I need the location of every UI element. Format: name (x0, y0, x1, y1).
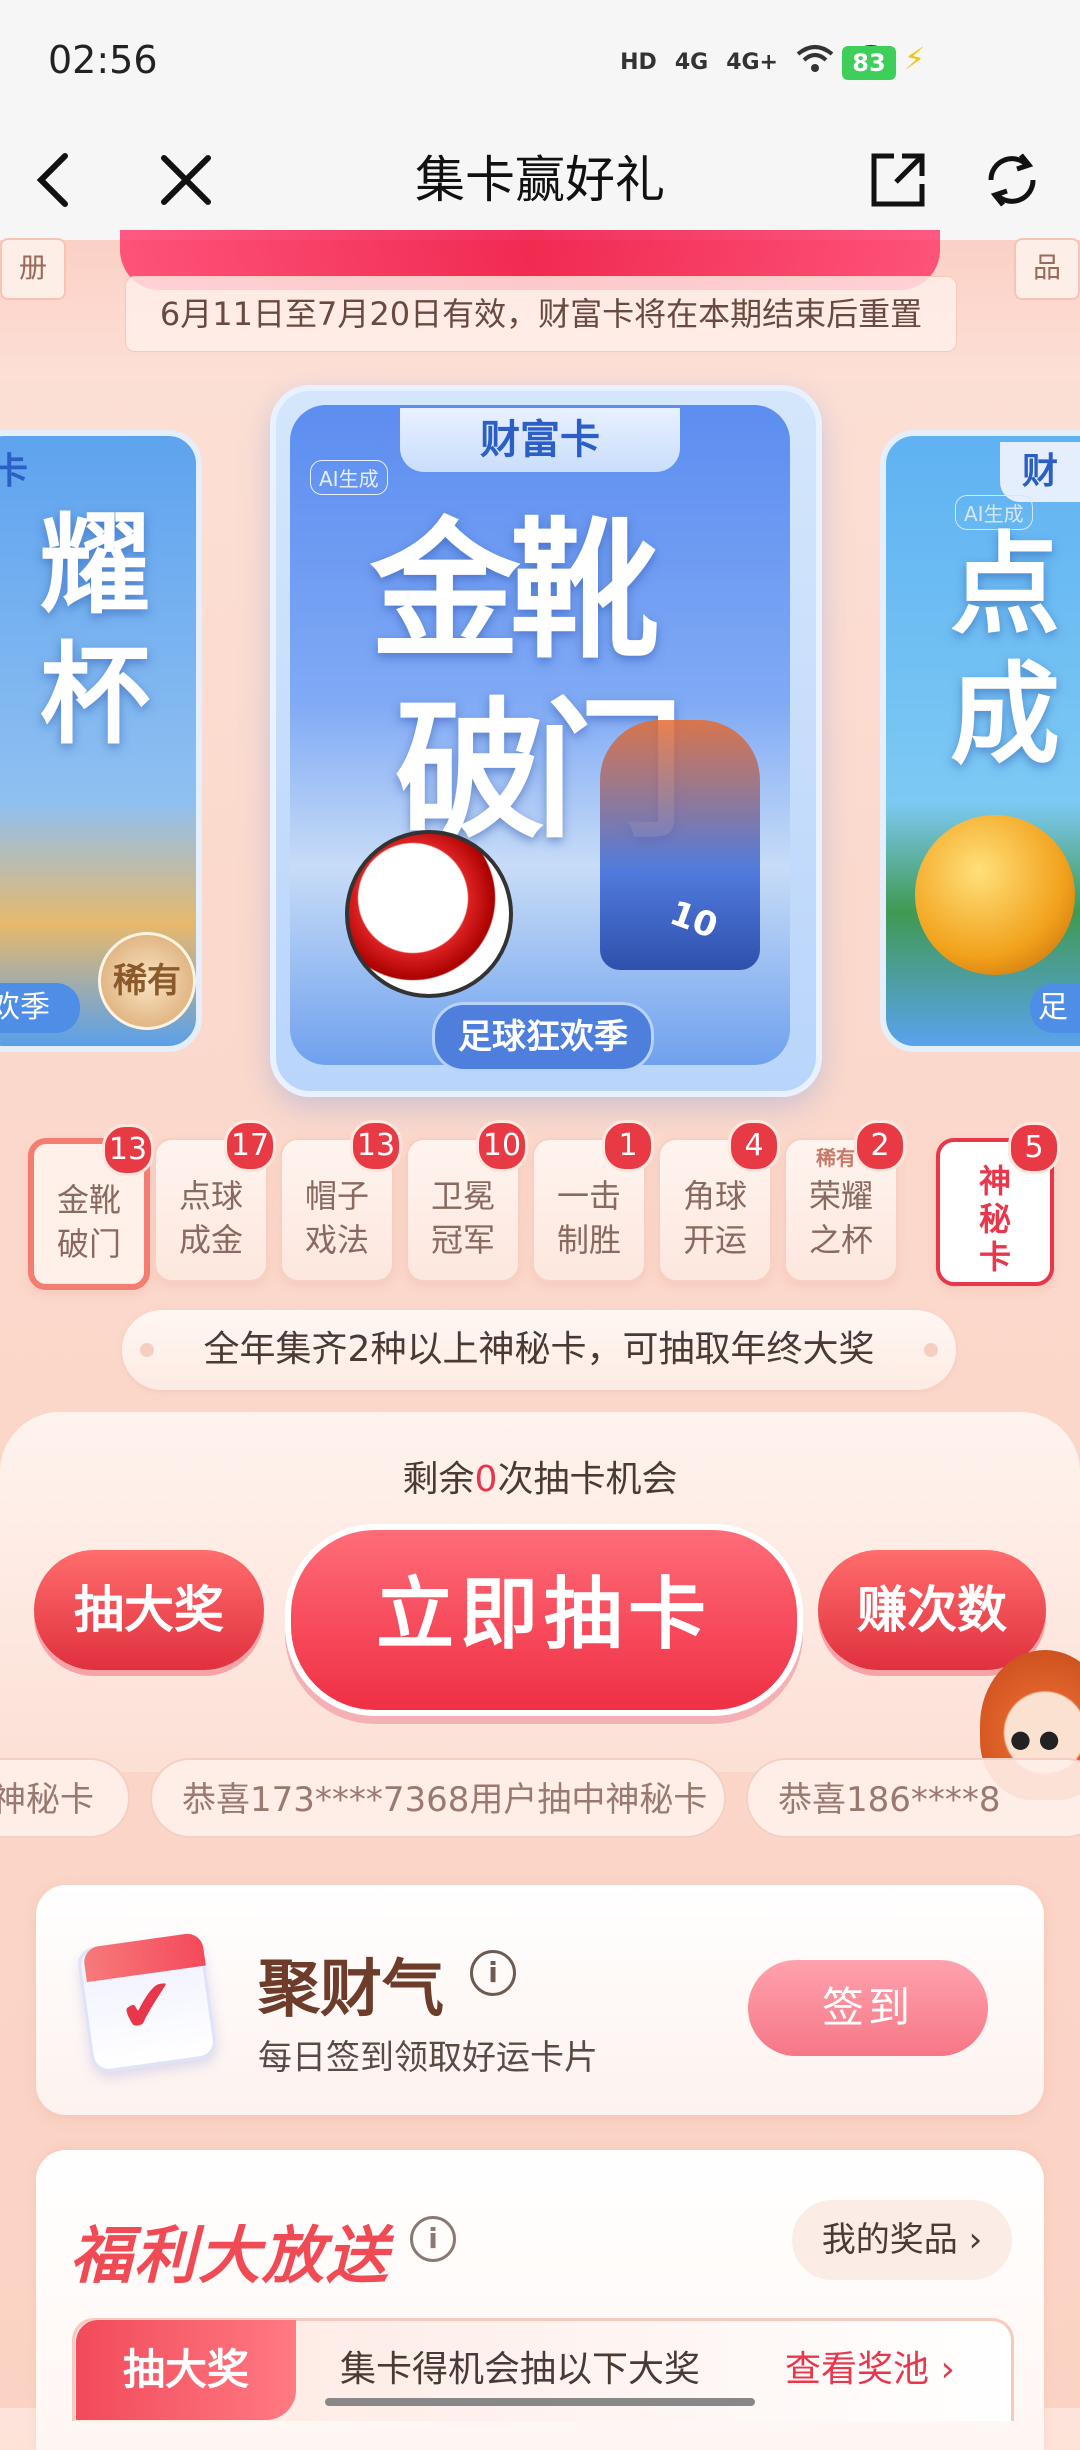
validity-notice: 6月11日至7月20日有效，财富卡将在本期结束后重置 (125, 276, 957, 352)
info-icon[interactable]: i (470, 1950, 516, 1996)
chip-label: 点球 成金 (178, 1177, 243, 1259)
card-left-footer: 欢季 (0, 983, 80, 1033)
rare-badge: 稀有 (98, 932, 196, 1030)
chip-glory-cup[interactable]: 稀有 荣耀 之杯 2 (784, 1120, 906, 1282)
charging-icon: ⚡ (904, 42, 926, 77)
prize-tag: 抽大奖 (76, 2320, 296, 2420)
ticker-item: 恭喜173****7368用户抽中神秘卡 (150, 1758, 726, 1838)
check-icon: ✔ (112, 1961, 183, 2051)
chip-count-badge: 13 (350, 1120, 402, 1172)
prize-description: 集卡得机会抽以下大奖 (340, 2349, 701, 2390)
chip-count-badge: 5 (1008, 1122, 1060, 1174)
share-icon (871, 153, 925, 207)
remaining-draws: 剩余0次抽卡机会 (0, 1450, 1080, 1502)
football-image (915, 815, 1075, 975)
draw-big-prize-button[interactable]: 抽大奖 (34, 1550, 264, 1670)
checkin-button[interactable]: 签到 (748, 1960, 988, 2056)
status-time: 02:56 (48, 38, 158, 82)
view-prize-pool-link[interactable]: 查看奖池 › (785, 2340, 955, 2392)
signal-4g-icon: 4G (674, 50, 709, 75)
earn-times-button[interactable]: 赚次数 (818, 1550, 1046, 1670)
chip-label: 帽子 戏法 (304, 1177, 369, 1259)
chip-label: 一击 制胜 (556, 1177, 621, 1259)
football-image (345, 830, 513, 998)
card-right-type: 财 (1000, 442, 1080, 502)
refresh-icon (988, 153, 1036, 207)
remaining-suffix: 次抽卡机会 (497, 1459, 678, 1500)
chip-label: 卫冕 冠军 (430, 1177, 495, 1259)
chip-label: 角球 开运 (682, 1177, 747, 1259)
card-center-footer: 足球狂欢季 (432, 1002, 654, 1072)
card-right-footer: 足 (1030, 983, 1080, 1033)
left-side-tag[interactable]: 册 (0, 238, 66, 300)
chip-count-badge: 13 (102, 1124, 154, 1176)
info-icon[interactable]: i (410, 2216, 456, 2262)
chip-penalty[interactable]: 点球 成金 17 (154, 1120, 276, 1282)
chip-rare-label: 稀有 (816, 1146, 856, 1170)
checkin-title: 聚财气 (258, 1952, 445, 2025)
signal-4g-plus-icon: 4G+ (726, 50, 778, 75)
chip-label: 荣耀 之杯 (808, 1177, 873, 1259)
chip-count-badge: 4 (728, 1120, 780, 1172)
year-end-notice: 全年集齐2种以上神秘卡，可抽取年终大奖 (122, 1310, 956, 1390)
chip-golden-boot[interactable]: 金靴 破门 13 (28, 1124, 154, 1290)
checkin-subtitle: 每日签到领取好运卡片 (258, 2038, 598, 2078)
refresh-button[interactable] (972, 140, 1052, 220)
card-left-type: 卡 (0, 451, 29, 492)
draw-now-button[interactable]: 立即抽卡 (285, 1524, 803, 1716)
right-side-tag[interactable]: 品 (1014, 238, 1080, 300)
chip-label: 神 秘 卡 (978, 1162, 1011, 1276)
my-prizes-button[interactable]: 我的奖品 › (792, 2200, 1012, 2280)
chip-one-strike[interactable]: 一击 制胜 1 (532, 1120, 654, 1282)
chip-corner-luck[interactable]: 角球 开运 4 (658, 1120, 780, 1282)
hd-icon: HD (620, 50, 657, 75)
card-left-title: 耀 杯 (40, 501, 150, 759)
remaining-count: 0 (474, 1459, 498, 1500)
notice-dot-right (924, 1343, 938, 1357)
mascot-face: ● ● (1010, 1725, 1060, 1753)
chip-defending-champion[interactable]: 卫冕 冠军 10 (406, 1120, 528, 1282)
chip-count-badge: 17 (224, 1120, 276, 1172)
chip-count-badge: 2 (854, 1120, 906, 1172)
notice-dot-left (140, 1343, 154, 1357)
chip-count-badge: 10 (476, 1120, 528, 1172)
wifi-icon (796, 44, 834, 81)
card-center-type: 财富卡 (400, 408, 680, 472)
ticker-item: 神秘卡 (0, 1758, 130, 1838)
remaining-prefix: 剩余 (402, 1459, 475, 1500)
chip-count-badge: 1 (602, 1120, 654, 1172)
card-collection-chips: 金靴 破门 13 点球 成金 17 帽子 戏法 13 卫冕 冠军 10 一击 制… (28, 1120, 1060, 1290)
chip-hat-trick[interactable]: 帽子 戏法 13 (280, 1120, 402, 1282)
battery-level: 83 (842, 46, 896, 80)
home-indicator[interactable] (325, 2398, 755, 2406)
card-right-title: 点 成 (950, 521, 1060, 779)
share-button[interactable] (858, 140, 938, 220)
chip-mystery-card[interactable]: 神 秘 卡 5 (936, 1122, 1060, 1286)
welfare-title: 福利大放送 (70, 2219, 391, 2292)
ticker-item: 恭喜186****8 (746, 1758, 1080, 1838)
chip-label: 金靴 破门 (56, 1181, 121, 1263)
